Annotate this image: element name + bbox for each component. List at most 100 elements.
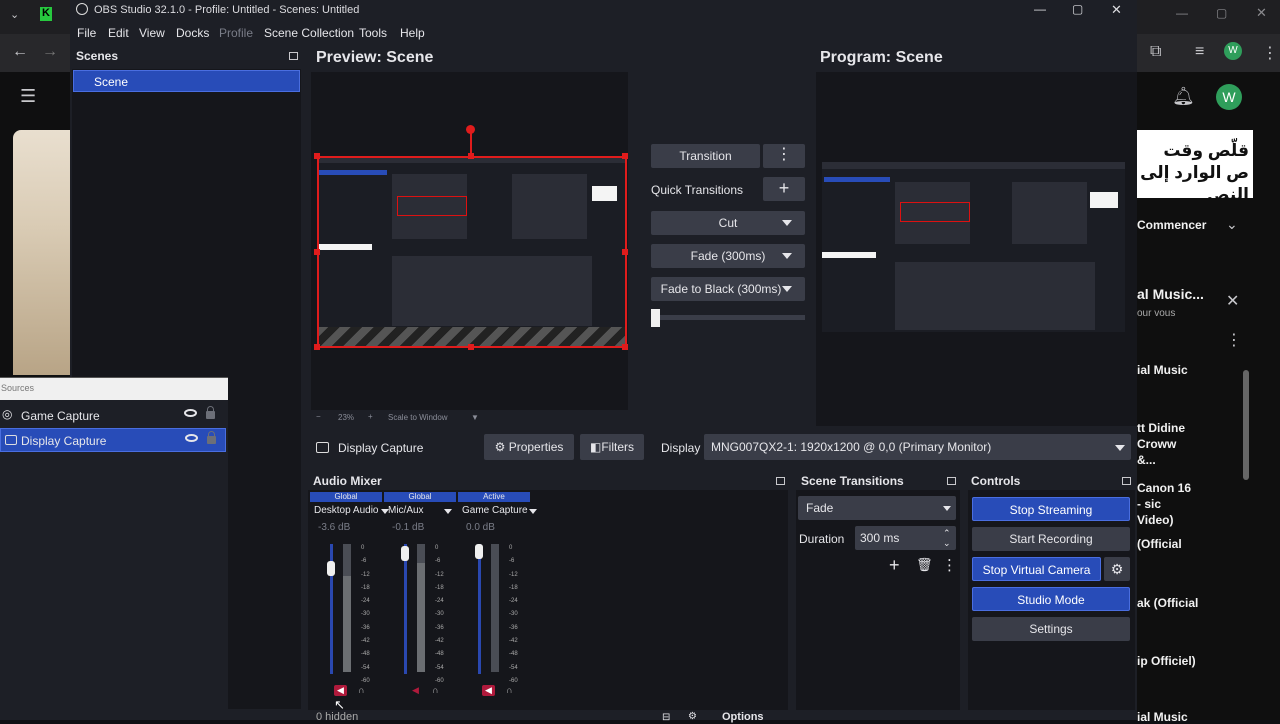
menu-scene-collection[interactable]: Scene Collection <box>264 26 354 40</box>
resize-handle[interactable] <box>622 344 628 350</box>
chevron-down-icon[interactable] <box>1115 445 1125 451</box>
playlist-item[interactable]: (Official <box>1137 537 1182 551</box>
minimize-icon[interactable]: — <box>1034 2 1046 16</box>
playlist-scrollbar[interactable] <box>1243 370 1249 480</box>
browser-close-icon[interactable]: ✕ <box>1256 5 1267 21</box>
dock-float-icon[interactable] <box>776 477 785 485</box>
resize-handle[interactable] <box>468 344 474 350</box>
playlist-item[interactable]: ak (Official <box>1137 596 1198 610</box>
chevron-down-icon[interactable] <box>529 509 537 514</box>
browser-minimize-icon[interactable]: — <box>1176 6 1188 20</box>
channel-name[interactable]: Mic/Aux <box>388 505 424 516</box>
playlist-item[interactable]: Canon 16 - sic Video) <box>1137 480 1197 528</box>
mute-icon[interactable]: ◀ <box>482 685 495 696</box>
chevron-down-icon[interactable] <box>444 509 452 514</box>
playlist-item[interactable]: ial Music <box>1137 710 1188 724</box>
transition-menu-icon[interactable]: ⋮ <box>942 556 957 574</box>
display-select[interactable]: MNG007QX2-1: 1920x1200 @ 0,0 (Primary Mo… <box>704 434 1131 460</box>
start-recording-button[interactable]: Start Recording <box>972 527 1130 551</box>
resize-handle[interactable] <box>622 249 628 255</box>
transition-button[interactable]: Transition <box>651 144 760 168</box>
channel-name[interactable]: Game Capture <box>462 505 528 516</box>
scale-mode[interactable]: Scale to Window <box>388 413 448 422</box>
volume-fader-knob[interactable] <box>327 561 335 576</box>
menu-view[interactable]: View <box>139 26 165 40</box>
mute-icon[interactable]: ◀ <box>409 685 422 696</box>
stop-virtual-camera-button[interactable]: Stop Virtual Camera <box>972 557 1101 581</box>
browser-maximize-icon[interactable]: ▢ <box>1216 6 1227 20</box>
close-playlist-icon[interactable]: ✕ <box>1226 291 1239 311</box>
transition-menu-icon[interactable]: ⋮ <box>763 144 805 168</box>
headphones-icon[interactable]: ∩ <box>503 685 516 696</box>
commencer-button[interactable]: Commencer <box>1137 218 1206 232</box>
layout-icon[interactable]: ⊟ <box>662 712 670 723</box>
lock-icon[interactable] <box>207 431 216 444</box>
tab-search-icon[interactable]: ⌄ <box>10 8 19 21</box>
spin-down-icon[interactable]: ⌄ <box>943 531 951 555</box>
virtual-camera-settings-icon[interactable]: ⚙︎ <box>1104 557 1130 581</box>
forward-icon[interactable]: → <box>42 43 58 61</box>
resize-handle[interactable] <box>622 153 628 159</box>
add-transition-icon[interactable]: + <box>889 555 900 576</box>
rotation-handle[interactable] <box>466 125 475 134</box>
playlist-item[interactable]: tt Didine Croww &... <box>1137 420 1197 468</box>
eye-icon[interactable] <box>184 409 197 417</box>
dock-float-icon[interactable] <box>947 477 956 485</box>
add-quick-transition-icon[interactable]: + <box>763 177 805 201</box>
zoom-out-icon[interactable]: − <box>316 412 321 421</box>
menu-edit[interactable]: Edit <box>108 26 129 40</box>
kick-icon[interactable]: K <box>40 7 52 21</box>
quick-transition-cut[interactable]: Cut <box>651 211 805 235</box>
resize-handle[interactable] <box>314 344 320 350</box>
dock-float-icon[interactable] <box>289 52 298 60</box>
playlist-menu-icon[interactable]: ⋮ <box>1226 330 1242 350</box>
menu-profile[interactable]: Profile <box>219 26 253 40</box>
back-icon[interactable]: ← <box>12 43 28 61</box>
lock-icon[interactable] <box>206 406 215 419</box>
menu-file[interactable]: File <box>77 26 96 40</box>
dock-float-icon[interactable] <box>1122 477 1131 485</box>
headphones-icon[interactable]: ∩ <box>355 685 368 696</box>
t-bar-handle[interactable] <box>651 309 660 327</box>
volume-fader[interactable] <box>478 544 481 674</box>
selection-bounding-box[interactable] <box>317 156 627 348</box>
studio-mode-button[interactable]: Studio Mode <box>972 587 1130 611</box>
transition-type-select[interactable]: Fade <box>798 496 956 520</box>
menu-tools[interactable]: Tools <box>359 26 387 40</box>
media-icon[interactable]: ≡ <box>1195 43 1204 61</box>
volume-fader[interactable] <box>404 544 407 674</box>
chevron-down-icon[interactable] <box>782 253 792 259</box>
chevron-down-icon[interactable] <box>943 506 951 511</box>
resize-handle[interactable] <box>314 153 320 159</box>
playlist-item[interactable]: ial Music <box>1137 363 1188 377</box>
browser-menu-icon[interactable]: ⋮ <box>1262 43 1278 63</box>
settings-button[interactable]: Settings <box>972 617 1130 641</box>
headphones-icon[interactable]: ∩ <box>429 685 442 696</box>
stop-streaming-button[interactable]: Stop Streaming <box>972 497 1130 521</box>
chevron-down-icon[interactable] <box>782 220 792 226</box>
volume-fader-knob[interactable] <box>401 546 409 561</box>
zoom-in-icon[interactable]: + <box>368 412 373 421</box>
duration-spinbox[interactable]: 300 ms ⌃ ⌄ <box>855 526 956 550</box>
hamburger-icon[interactable]: ☰ <box>20 86 36 107</box>
t-bar-track[interactable] <box>651 315 805 320</box>
eye-icon[interactable] <box>185 434 198 442</box>
maximize-icon[interactable]: ▢ <box>1072 2 1083 16</box>
mute-icon[interactable]: ◀ <box>334 685 347 696</box>
menu-help[interactable]: Help <box>400 26 425 40</box>
quick-transition-fade-to-black[interactable]: Fade to Black (300ms) <box>651 277 805 301</box>
chevron-down-icon[interactable]: ⌄ <box>1226 216 1238 233</box>
resize-handle[interactable] <box>314 249 320 255</box>
close-icon[interactable]: ✕ <box>1111 2 1122 18</box>
source-item-display-capture[interactable]: Display Capture <box>0 428 226 452</box>
chevron-down-icon[interactable]: ▼ <box>471 413 479 422</box>
gear-icon[interactable]: ⚙︎ <box>688 711 697 722</box>
mixer-options[interactable]: Options <box>722 711 764 723</box>
trash-icon[interactable]: 🗑︎ <box>916 557 933 573</box>
notification-bell-icon[interactable]: 🔔︎ <box>1172 86 1195 107</box>
filters-button[interactable]: ◧Filters <box>580 434 644 460</box>
menu-docks[interactable]: Docks <box>176 26 209 40</box>
chevron-down-icon[interactable] <box>782 286 792 292</box>
extensions-icon[interactable]: ⧉ <box>1150 43 1161 61</box>
channel-name[interactable]: Desktop Audio <box>314 505 379 516</box>
